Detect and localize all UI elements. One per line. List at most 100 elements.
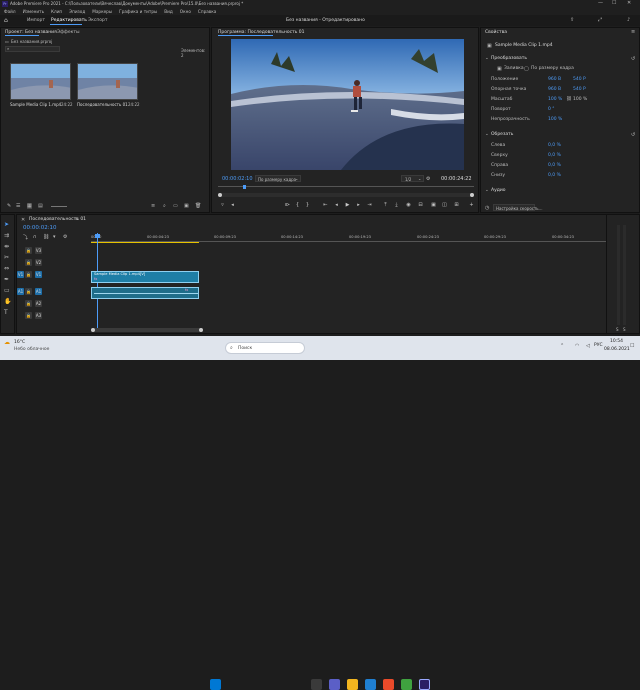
selection-tool-icon[interactable]: ➤ — [4, 221, 9, 228]
wrench-icon[interactable]: ⚙ — [63, 234, 67, 240]
solo-left-icon[interactable]: S — [616, 327, 619, 332]
snap-icon[interactable]: ∩ — [33, 234, 37, 240]
export-frame-icon[interactable]: ◉ — [405, 202, 412, 208]
playhead-handle[interactable] — [95, 234, 100, 238]
text-tool-icon[interactable]: T — [4, 309, 8, 316]
timeline-timecode[interactable]: 00:00:02:10 — [23, 225, 57, 231]
time-ruler[interactable]: 00:00 00:00:04:23 00:00:09:23 00:00:14:2… — [91, 233, 611, 243]
crop-bottom-value[interactable]: 0,0 % — [548, 173, 561, 178]
new-bin-icon[interactable]: ▭ — [173, 203, 178, 209]
track-lock-icon[interactable]: 🔒 — [25, 247, 32, 254]
list-view-icon[interactable]: ☰ — [16, 203, 20, 209]
menu-markers[interactable]: Маркеры — [92, 9, 112, 14]
go-to-out-icon[interactable]: ⇥ — [366, 202, 373, 208]
share-icon[interactable]: ⇪ — [570, 17, 574, 23]
tab-edit[interactable]: Редактировать — [51, 18, 87, 23]
extract-icon[interactable]: ⤓ — [393, 202, 400, 208]
minimize-button[interactable]: — — [598, 0, 603, 6]
fit-frame-icon[interactable]: ▢ — [524, 66, 529, 72]
track-lock-icon[interactable]: 🔒 — [25, 312, 32, 319]
effects-tab[interactable]: Эффекты — [57, 30, 80, 35]
work-area-bar[interactable] — [91, 242, 199, 243]
office-icon[interactable] — [383, 679, 394, 690]
pencil-icon[interactable]: ✎ — [7, 203, 11, 209]
ripple-edit-icon[interactable]: ⇹ — [4, 243, 9, 250]
search-bin-icon[interactable]: ⌕ — [163, 203, 166, 209]
scale-height[interactable]: 100 % — [573, 97, 587, 102]
menu-clip[interactable]: Клип — [51, 9, 62, 14]
source-a1[interactable]: A1 — [17, 288, 24, 295]
go-to-in-icon[interactable]: ⇤ — [322, 202, 329, 208]
razor-icon[interactable]: ✂ — [4, 254, 9, 261]
track-lock-icon[interactable]: 🔒 — [25, 259, 32, 266]
fullscreen-icon[interactable]: ⤢ — [598, 17, 602, 23]
go-in-icon[interactable]: } — [304, 202, 311, 208]
scale-width[interactable]: 100 % — [548, 97, 562, 102]
add-marker-icon[interactable]: ◂ — [229, 202, 236, 208]
linked-icon[interactable]: ⛓ — [43, 234, 49, 240]
tab-import[interactable]: Импорт — [27, 18, 45, 23]
audio-clip[interactable]: fx — [91, 287, 199, 299]
premiere-taskbar-icon[interactable] — [419, 679, 430, 690]
pen-icon[interactable]: ✒ — [4, 276, 9, 283]
add-button-icon[interactable]: + — [468, 202, 475, 208]
solo-right-icon[interactable]: S — [623, 327, 626, 332]
mark-in-icon[interactable]: ⧐ — [284, 202, 291, 208]
clock-date[interactable]: 08.06.2021 — [604, 347, 630, 352]
marker-icon[interactable]: ▿ — [219, 202, 226, 208]
wifi-icon[interactable]: ◠ — [575, 343, 579, 349]
scroll-handle-left[interactable] — [218, 193, 222, 197]
menu-graphics[interactable]: Графика и титры — [119, 9, 157, 14]
quality-dropdown[interactable]: 1/2 ⌄ — [401, 175, 424, 182]
new-item-icon[interactable]: ▣ — [184, 203, 189, 209]
add-marker-icon[interactable]: ▾ — [53, 234, 56, 240]
chevron-down-icon[interactable]: ⌄ — [485, 188, 489, 193]
chevron-down-icon[interactable]: ⌄ — [485, 132, 489, 137]
track-select-icon[interactable]: ⇉ — [4, 232, 9, 239]
mark-out-icon[interactable]: { — [294, 202, 301, 208]
close-button[interactable]: ✕ — [627, 0, 631, 6]
tab-export[interactable]: Экспорт — [88, 18, 108, 23]
position-y[interactable]: 540 Р — [573, 77, 586, 82]
scroll-handle-right[interactable] — [470, 193, 474, 197]
menu-window[interactable]: Окно — [180, 9, 191, 14]
link-icon[interactable]: ⛓ — [566, 97, 572, 102]
multicam-icon[interactable]: ▣ — [430, 202, 437, 208]
track-lock-icon[interactable]: 🔒 — [25, 300, 32, 307]
weather-icon[interactable]: ☁ — [4, 339, 10, 346]
close-tab-icon[interactable]: ✕ — [21, 217, 25, 223]
opacity-value[interactable]: 100 % — [548, 117, 562, 122]
language-indicator[interactable]: РУС — [594, 343, 603, 348]
track-lock-icon[interactable]: 🔒 — [25, 271, 32, 278]
track-lock-icon[interactable]: 🔒 — [25, 288, 32, 295]
program-timecode[interactable]: 00:00:02:10 — [222, 176, 253, 182]
temperature[interactable]: 16°C — [14, 340, 25, 345]
step-forward-icon[interactable]: ▸ — [355, 202, 362, 208]
crop-right-value[interactable]: 0,0 % — [548, 163, 561, 168]
task-view-icon[interactable] — [311, 679, 322, 690]
position-x[interactable]: 960 В — [548, 77, 561, 82]
video-clip[interactable]: Sample Media Clip 1.mp4[V] fx — [91, 271, 199, 283]
maximize-button[interactable]: ☐ — [612, 0, 616, 6]
settings-icon[interactable]: ⊞ — [453, 202, 460, 208]
reset-icon[interactable]: ↺ — [631, 56, 635, 62]
thumbnail-sequence[interactable] — [77, 63, 138, 100]
menu-view[interactable]: Вид — [164, 9, 173, 14]
track-a1-label[interactable]: A1 — [35, 288, 42, 295]
edge-icon[interactable] — [365, 679, 376, 690]
start-button[interactable] — [210, 679, 221, 690]
thumbnail-clip[interactable] — [10, 63, 71, 100]
wrench-icon[interactable]: ⚙ — [426, 176, 430, 182]
rotation-value[interactable]: 0 ° — [548, 107, 555, 112]
icon-view-icon[interactable]: ▦ — [27, 203, 32, 209]
slip-icon[interactable]: ⇔ — [4, 265, 9, 272]
reset-icon[interactable]: ↺ — [631, 132, 635, 138]
zoom-scrollbar[interactable] — [218, 193, 474, 197]
speed-button[interactable]: Настройка скорость... — [493, 204, 542, 211]
rectangle-icon[interactable]: ▭ — [4, 287, 10, 294]
clock-time[interactable]: 10:54 — [610, 339, 623, 344]
crop-top-value[interactable]: 0,0 % — [548, 153, 561, 158]
chevron-down-icon[interactable]: ⌄ — [485, 56, 489, 61]
whatsapp-icon[interactable] — [401, 679, 412, 690]
nest-icon[interactable]: ⤵ — [23, 234, 28, 241]
